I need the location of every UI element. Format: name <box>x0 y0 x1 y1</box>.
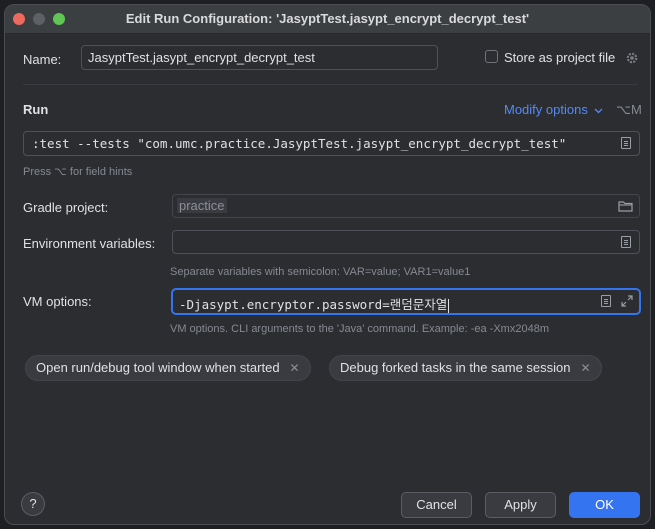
doc-icon[interactable] <box>601 295 611 307</box>
ok-button[interactable]: OK <box>569 492 640 518</box>
gradle-project-value: practice <box>177 198 227 213</box>
gradle-project-label: Gradle project: <box>23 200 109 215</box>
gear-icon[interactable] <box>625 51 639 65</box>
folder-icon[interactable] <box>618 200 633 212</box>
chip-debug-forked-tasks[interactable]: Debug forked tasks in the same session ✕ <box>329 355 602 381</box>
close-icon[interactable]: ✕ <box>581 361 591 375</box>
environment-variables-label: Environment variables: <box>23 236 156 251</box>
gradle-project-field[interactable]: practice <box>172 194 640 218</box>
store-as-project-file-checkbox[interactable] <box>485 50 498 63</box>
vm-options-label: VM options: <box>23 294 92 309</box>
cancel-button[interactable]: Cancel <box>401 492 472 518</box>
modify-options-shortcut: ⌥M <box>616 102 642 117</box>
chevron-down-icon <box>594 108 603 113</box>
store-as-project-file-label[interactable]: Store as project file <box>504 50 615 65</box>
doc-icon[interactable] <box>621 236 631 248</box>
expand-icon[interactable] <box>621 295 633 307</box>
dialog-title: Edit Run Configuration: 'JasyptTest.jasy… <box>125 11 530 26</box>
modify-options-link[interactable]: Modify options <box>504 102 603 117</box>
apply-button[interactable]: Apply <box>485 492 556 518</box>
environment-variables-input[interactable] <box>172 230 640 254</box>
field-hints-text: Press ⌥ for field hints <box>23 166 133 178</box>
vm-options-text: -Djasypt.encryptor.password=랜덤문자열 <box>179 297 448 312</box>
chip-label: Debug forked tasks in the same session <box>340 360 571 375</box>
chip-open-run-debug-tool-window[interactable]: Open run/debug tool window when started ✕ <box>25 355 311 381</box>
chip-label: Open run/debug tool window when started <box>36 360 280 375</box>
run-section-heading: Run <box>23 102 49 117</box>
environment-variables-hint: Separate variables with semicolon: VAR=v… <box>170 266 471 278</box>
text-cursor <box>448 298 450 313</box>
name-input[interactable]: JasyptTest.jasypt_encrypt_decrypt_test <box>81 45 438 70</box>
name-input-value: JasyptTest.jasypt_encrypt_decrypt_test <box>88 50 315 65</box>
run-command-input[interactable]: :test --tests "com.umc.practice.JasyptTe… <box>23 131 640 156</box>
edit-run-configuration-dialog: Edit Run Configuration: 'JasyptTest.jasy… <box>4 4 651 525</box>
section-divider <box>23 84 638 85</box>
close-icon[interactable]: ✕ <box>290 361 300 375</box>
vm-options-hint: VM options. CLI arguments to the 'Java' … <box>170 323 549 335</box>
help-button[interactable]: ? <box>21 492 45 516</box>
help-icon: ? <box>29 496 37 511</box>
title-bar: Edit Run Configuration: 'JasyptTest.jasy… <box>5 5 650 34</box>
vm-options-input[interactable]: -Djasypt.encryptor.password=랜덤문자열 <box>171 288 641 315</box>
doc-icon[interactable] <box>621 137 631 149</box>
name-label: Name: <box>23 52 62 67</box>
run-command-value: :test --tests "com.umc.practice.JasyptTe… <box>32 136 567 151</box>
vm-options-value: -Djasypt.encryptor.password=랜덤문자열 <box>179 294 450 313</box>
modify-options-label: Modify options <box>504 102 588 117</box>
